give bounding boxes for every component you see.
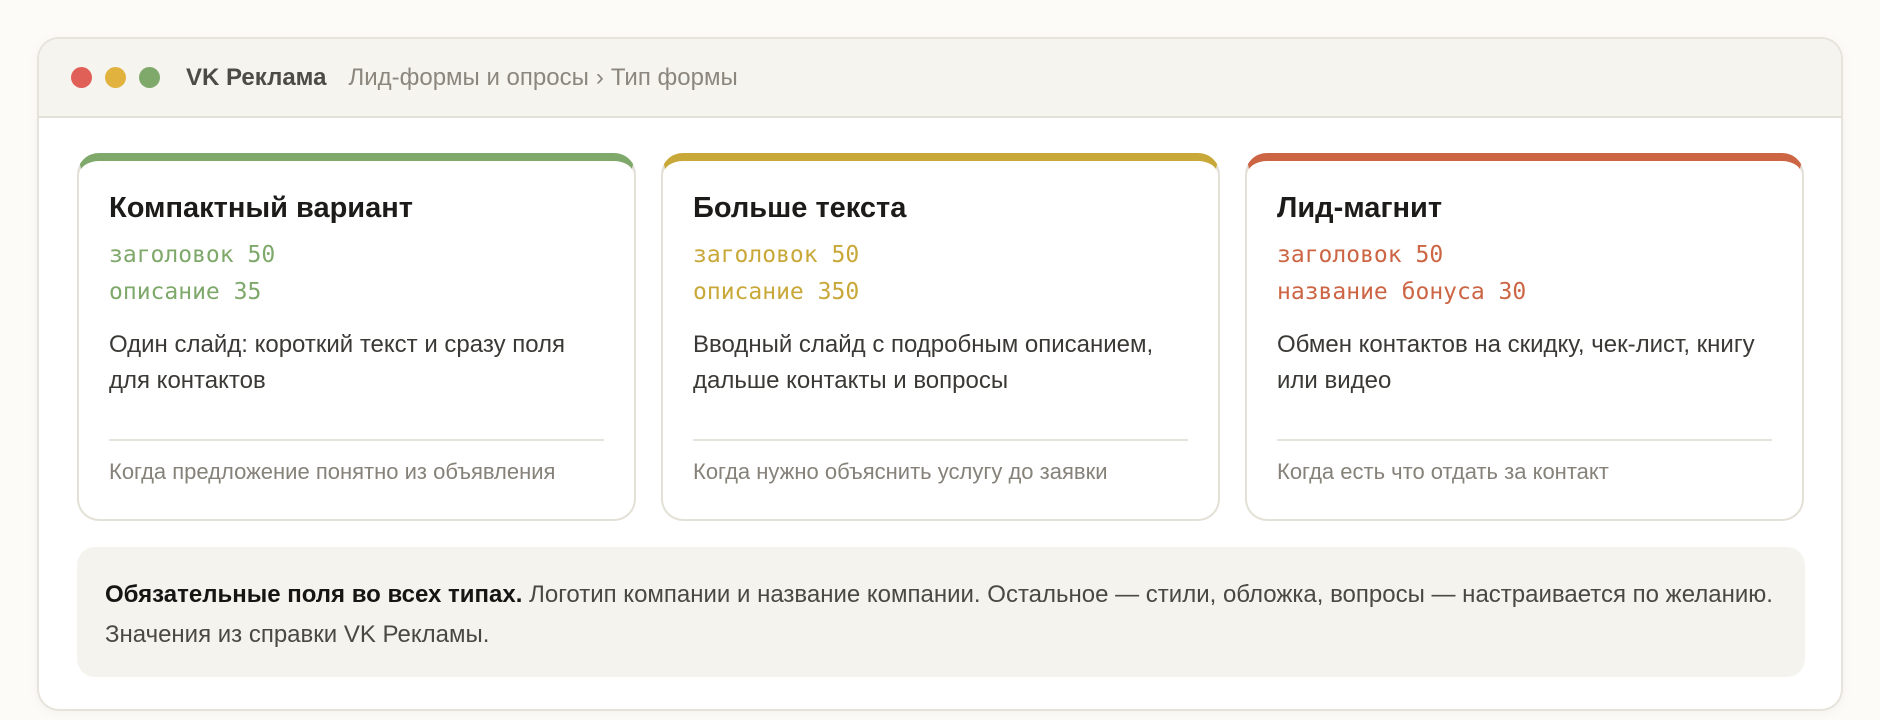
- maximize-window-button[interactable]: [139, 67, 160, 88]
- limit-description: описание 350: [693, 279, 860, 305]
- card-more-text[interactable]: Больше текста заголовок 50 описание 350 …: [661, 153, 1220, 521]
- card-divider: [693, 439, 1188, 441]
- card-title: Компактный вариант: [109, 192, 413, 224]
- breadcrumb-separator: ›: [595, 63, 604, 91]
- required-fields-note: Обязательные поля во всех типах. Логотип…: [77, 547, 1805, 677]
- breadcrumb: Лид-формы и опросы › Тип формы: [348, 64, 737, 92]
- card-description: Вводный слайд с подробным описанием, дал…: [693, 331, 1154, 394]
- limit-description: описание 35: [109, 279, 262, 305]
- form-type-cards: Компактный вариант заголовок 50 описание…: [77, 153, 1804, 521]
- breadcrumb-item-lead-forms[interactable]: Лид-формы и опросы: [348, 64, 588, 92]
- limit-title: заголовок 50: [109, 242, 276, 268]
- note-heading: Обязательные поля во всех типах.: [105, 581, 523, 608]
- card-description: Один слайд: короткий текст и сразу поля …: [109, 331, 566, 394]
- limit-title: заголовок 50: [1277, 242, 1444, 268]
- card-use-case: Когда нужно объяснить услугу до заявки: [693, 459, 1108, 484]
- close-window-button[interactable]: [71, 67, 92, 88]
- card-compact[interactable]: Компактный вариант заголовок 50 описание…: [77, 153, 636, 521]
- title-bar: VK Реклама Лид-формы и опросы › Тип форм…: [39, 39, 1841, 118]
- limit-bonus-name: название бонуса 30: [1277, 279, 1527, 305]
- card-divider: [109, 439, 604, 441]
- breadcrumb-item-form-type: Тип формы: [610, 63, 738, 91]
- card-use-case: Когда предложение понятно из объявления: [109, 459, 556, 484]
- limit-title: заголовок 50: [693, 242, 860, 268]
- card-use-case: Когда есть что отдать за контакт: [1277, 459, 1609, 484]
- app-title: VK Реклама: [186, 63, 327, 91]
- card-title: Больше текста: [693, 192, 907, 224]
- card-lead-magnet[interactable]: Лид-магнит заголовок 50 название бонуса …: [1245, 153, 1804, 521]
- card-description: Обмен контактов на скидку, чек-лист, кни…: [1277, 331, 1755, 394]
- minimize-window-button[interactable]: [105, 67, 126, 88]
- card-divider: [1277, 439, 1772, 441]
- app-window: VK Реклама Лид-формы и опросы › Тип форм…: [37, 37, 1843, 711]
- card-title: Лид-магнит: [1277, 192, 1443, 224]
